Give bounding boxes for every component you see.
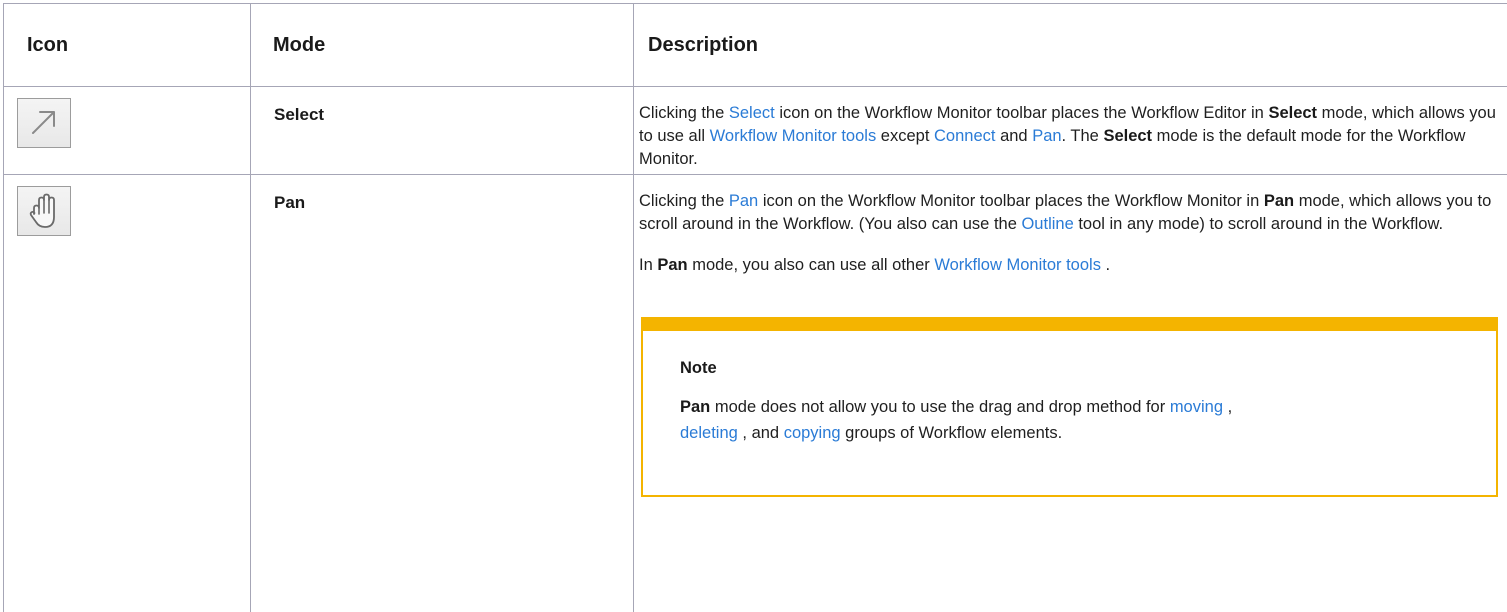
- text-span: mode does not allow you to use the drag …: [710, 398, 1170, 416]
- bold-term: Pan: [680, 398, 711, 416]
- mode-cell: Select: [250, 86, 634, 175]
- select-arrow-icon: [17, 98, 71, 148]
- pan-hand-icon: [17, 186, 71, 236]
- connect-link[interactable]: Connect: [934, 127, 995, 145]
- bold-term: Pan: [657, 256, 688, 274]
- text-span: icon on the Workflow Monitor toolbar pla…: [758, 192, 1264, 210]
- text-span: icon on the Workflow Monitor toolbar pla…: [774, 104, 1269, 122]
- text-span: Clicking the: [639, 192, 729, 210]
- description-cell: Clicking the Pan icon on the Workflow Mo…: [633, 174, 1507, 612]
- note-body: Pan mode does not allow you to use the d…: [680, 394, 1466, 446]
- page: Icon Mode Description Select Clicking th…: [0, 0, 1507, 612]
- text-span: tool in any mode) to scroll around in th…: [1073, 215, 1444, 233]
- note-box: Note Pan mode does not allow you to use …: [641, 317, 1498, 497]
- mode-name: Pan: [274, 193, 306, 212]
- table-row: Select Clicking the Select icon on the W…: [3, 86, 1507, 175]
- mode-name: Select: [274, 105, 325, 124]
- modes-table: Icon Mode Description Select Clicking th…: [3, 3, 1507, 612]
- mode-cell: Pan: [250, 174, 634, 612]
- note-title: Note: [680, 359, 717, 377]
- pan-paragraph-2: In Pan mode, you also can use all other …: [639, 254, 1501, 277]
- text-span: . The: [1061, 127, 1104, 145]
- outline-link[interactable]: Outline: [1021, 215, 1073, 233]
- text-span: mode, you also can use all other: [687, 256, 935, 274]
- copying-link[interactable]: copying: [784, 424, 841, 442]
- select-link[interactable]: Select: [729, 104, 775, 122]
- text-span: In: [639, 256, 658, 274]
- header-icon: Icon: [3, 3, 251, 87]
- text-span: except: [876, 127, 935, 145]
- bold-term: Pan: [1263, 192, 1295, 210]
- header-description: Description: [633, 3, 1507, 87]
- description-text: Clicking the Pan icon on the Workflow Mo…: [635, 176, 1507, 497]
- pan-paragraph-1: Clicking the Pan icon on the Workflow Mo…: [639, 190, 1501, 236]
- icon-cell: [3, 86, 251, 175]
- pan-link[interactable]: Pan: [729, 192, 758, 210]
- description-cell: Clicking the Select icon on the Workflow…: [633, 86, 1507, 175]
- table-header: Icon Mode Description: [3, 3, 1507, 87]
- header-row: Icon Mode Description: [3, 3, 1507, 87]
- text-span: Clicking the: [639, 104, 729, 122]
- header-mode: Mode: [250, 3, 634, 87]
- text-span: groups of Workflow elements.: [840, 424, 1063, 442]
- description-text: Clicking the Select icon on the Workflow…: [635, 88, 1507, 171]
- icon-cell: [3, 174, 251, 612]
- workflow-monitor-tools-link[interactable]: Workflow Monitor tools: [934, 256, 1101, 274]
- bold-term: Select: [1268, 104, 1318, 122]
- workflow-monitor-tools-link[interactable]: Workflow Monitor tools: [710, 127, 877, 145]
- table-row: Pan Clicking the Pan icon on the Workflo…: [3, 174, 1507, 612]
- text-span: and: [995, 127, 1033, 145]
- text-span: .: [1100, 256, 1111, 274]
- moving-link[interactable]: moving: [1170, 398, 1223, 416]
- text-span: , and: [737, 424, 784, 442]
- text-span: ,: [1223, 398, 1233, 416]
- deleting-link[interactable]: deleting: [680, 424, 738, 442]
- bold-term: Select: [1103, 127, 1153, 145]
- pan-link[interactable]: Pan: [1032, 127, 1061, 145]
